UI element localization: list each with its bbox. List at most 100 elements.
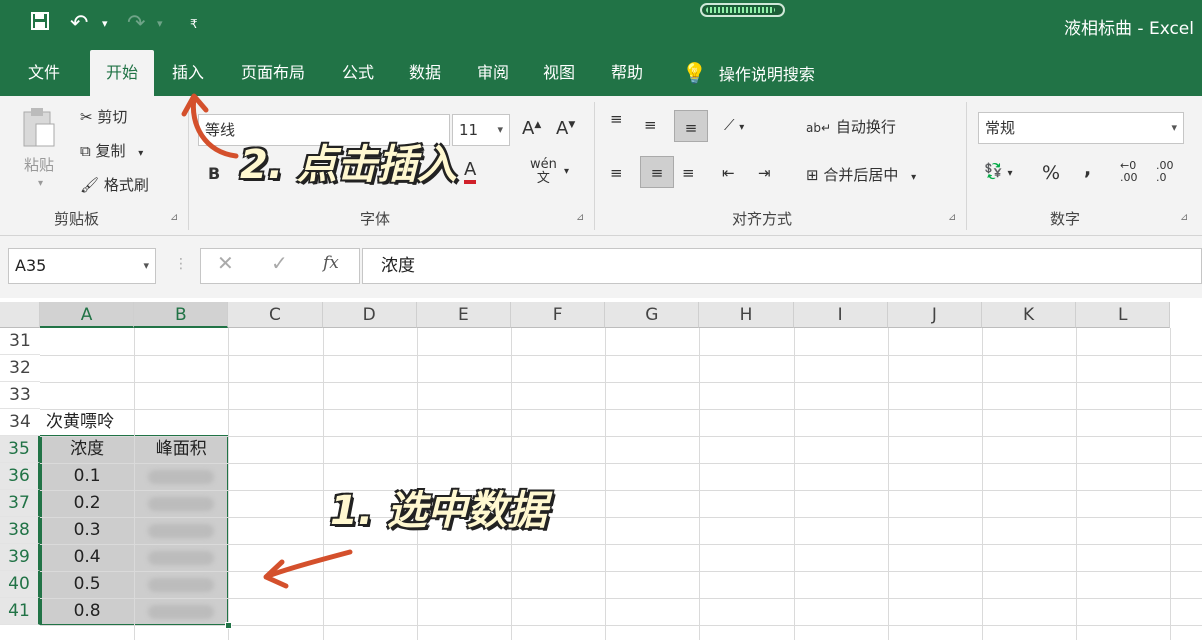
column-header-b[interactable]: B <box>134 302 229 328</box>
tab-insert[interactable]: 插入 <box>160 50 216 96</box>
align-center-icon[interactable]: ≡ <box>640 156 674 188</box>
column-header-l[interactable]: L <box>1076 302 1171 328</box>
row-header-32[interactable]: 32 <box>0 355 40 382</box>
cut-button[interactable]: ✂ 剪切 <box>80 106 127 127</box>
blurred-peak-area <box>148 497 215 511</box>
row-header-37[interactable]: 37 <box>0 490 40 517</box>
shrink-font-button[interactable]: A▼ <box>556 118 575 139</box>
paste-icon[interactable] <box>22 106 58 154</box>
column-header-d[interactable]: D <box>322 302 417 328</box>
paste-button[interactable]: 粘贴 <box>24 154 54 175</box>
paste-dropdown-icon[interactable]: ▾ <box>38 178 43 189</box>
formula-input[interactable]: 浓度 <box>362 248 1202 284</box>
orientation-icon[interactable]: ⟋ ▾ <box>724 116 744 134</box>
dialog-launcher-icon[interactable]: ⊿ <box>1180 212 1188 223</box>
redo-dropdown-icon[interactable]: ▾ <box>157 10 163 38</box>
redo-icon[interactable]: ↷ <box>127 10 145 38</box>
percent-button[interactable]: % <box>1042 162 1060 184</box>
gridline <box>40 598 1202 599</box>
increase-decimal-button[interactable]: ←0.00 <box>1120 160 1138 184</box>
customize-qat-icon[interactable]: ₹ <box>190 10 198 38</box>
name-box[interactable]: A35 ▾ <box>8 248 156 284</box>
font-size-select[interactable]: 11 ▾ <box>452 114 510 146</box>
row-header-39[interactable]: 39 <box>0 544 40 571</box>
dialog-launcher-icon[interactable]: ⊿ <box>576 212 584 223</box>
title-bar: ↶ ▾ ↷ ▾ ₹ 液相标曲 - Excel <box>0 0 1202 50</box>
align-middle-icon[interactable]: ≡ <box>644 116 657 134</box>
cell-concentration[interactable]: 0.1 <box>40 463 134 490</box>
gridline <box>40 355 1202 356</box>
grow-font-button[interactable]: A▲ <box>522 118 541 139</box>
column-header-h[interactable]: H <box>699 302 794 328</box>
phonetic-icon[interactable]: wén 文 <box>530 158 557 186</box>
gridline <box>40 625 1202 626</box>
row-header-31[interactable]: 31 <box>0 328 40 355</box>
number-format-select[interactable]: 常规 ▾ <box>978 112 1184 144</box>
row-header-35[interactable]: 35 <box>0 436 40 463</box>
row-header-33[interactable]: 33 <box>0 382 40 409</box>
chevron-down-icon: ▾ <box>1171 121 1177 134</box>
tab-review[interactable]: 审阅 <box>464 50 522 96</box>
column-header-e[interactable]: E <box>416 302 511 328</box>
column-header-a[interactable]: A <box>40 302 135 328</box>
dialog-launcher-icon[interactable]: ⊿ <box>948 212 956 223</box>
bold-button[interactable]: B <box>208 164 220 183</box>
undo-dropdown-icon[interactable]: ▾ <box>102 10 108 38</box>
column-header-c[interactable]: C <box>228 302 323 328</box>
tab-home[interactable]: 开始 <box>90 50 154 96</box>
font-color-button[interactable]: A <box>464 160 477 184</box>
tell-me-search[interactable]: 💡 操作说明搜索 <box>682 50 815 96</box>
align-left-icon[interactable]: ≡ <box>610 164 623 182</box>
enter-icon[interactable]: ✓ <box>271 251 288 275</box>
fill-handle[interactable] <box>225 622 232 629</box>
merge-center-button[interactable]: ⊞ 合并后居中 ▾ <box>806 164 916 185</box>
align-right-icon[interactable]: ≡ <box>682 164 695 182</box>
insert-function-icon[interactable]: fx <box>323 253 339 273</box>
row-header-36[interactable]: 36 <box>0 463 40 490</box>
save-icon[interactable] <box>30 10 50 38</box>
row-header-38[interactable]: 38 <box>0 517 40 544</box>
tab-view[interactable]: 视图 <box>530 50 588 96</box>
gridline <box>40 571 1202 572</box>
cell-b35[interactable]: 峰面积 <box>134 436 228 463</box>
cell-concentration[interactable]: 0.3 <box>40 517 134 544</box>
cancel-icon[interactable]: ✕ <box>217 251 234 275</box>
cell-concentration[interactable]: 0.8 <box>40 598 134 625</box>
align-top-icon[interactable]: ≡ <box>610 110 623 128</box>
select-all-corner[interactable] <box>0 302 40 328</box>
worksheet-grid[interactable]: A B C D E F G H I J K L 31 32 33 34 35 36 37 38 39 40 41 次黄嘌呤 浓度… <box>0 298 1202 640</box>
copy-button[interactable]: ⧉ 复制 ▾ <box>80 140 143 161</box>
cell-concentration[interactable]: 0.5 <box>40 571 134 598</box>
tab-data[interactable]: 数据 <box>396 50 454 96</box>
undo-icon[interactable]: ↶ <box>70 10 88 38</box>
column-header-g[interactable]: G <box>605 302 700 328</box>
tab-help[interactable]: 帮助 <box>598 50 656 96</box>
column-header-f[interactable]: F <box>511 302 606 328</box>
wrap-text-button[interactable]: ab↵ 自动换行 <box>806 116 896 137</box>
row-header-41[interactable]: 41 <box>0 598 40 625</box>
row-header-40[interactable]: 40 <box>0 571 40 598</box>
accounting-format-button[interactable]: 💱 ▾ <box>984 162 1013 180</box>
cell-a34[interactable]: 次黄嘌呤 <box>40 409 240 436</box>
align-bottom-icon[interactable]: ≡ <box>674 110 708 142</box>
row-header-34[interactable]: 34 <box>0 409 40 436</box>
dialog-launcher-icon[interactable]: ⊿ <box>170 212 178 223</box>
increase-indent-icon[interactable]: ⇥ <box>758 164 771 182</box>
cell-concentration[interactable]: 0.4 <box>40 544 134 571</box>
column-header-k[interactable]: K <box>982 302 1077 328</box>
cell-concentration[interactable]: 0.2 <box>40 490 134 517</box>
decrease-decimal-button[interactable]: .00.0 <box>1156 160 1174 184</box>
paintbrush-icon: 🖌 <box>80 176 100 194</box>
comma-button[interactable]: , <box>1084 158 1091 180</box>
phonetic-dropdown-icon[interactable]: ▾ <box>564 166 569 177</box>
font-group-label: 字体 <box>360 210 391 228</box>
tab-page-layout[interactable]: 页面布局 <box>228 50 318 96</box>
cell-a35[interactable]: 浓度 <box>40 436 134 463</box>
tab-formulas[interactable]: 公式 <box>330 50 386 96</box>
document-title: 液相标曲 - Excel <box>1064 19 1194 39</box>
format-painter-button[interactable]: 🖌 格式刷 <box>80 174 149 195</box>
tab-file[interactable]: 文件 <box>12 50 76 96</box>
column-header-j[interactable]: J <box>887 302 982 328</box>
decrease-indent-icon[interactable]: ⇤ <box>722 164 735 182</box>
column-header-i[interactable]: I <box>793 302 888 328</box>
